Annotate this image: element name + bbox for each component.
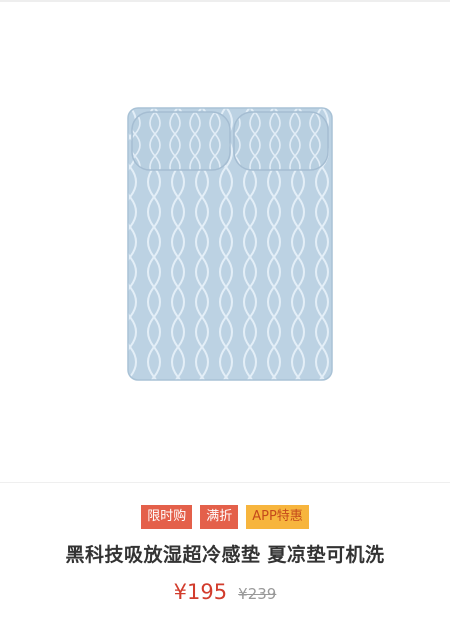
original-price: ¥239	[238, 585, 277, 603]
promo-tags: 限时购 满折 APP特惠	[0, 505, 450, 529]
divider	[0, 482, 450, 483]
product-image[interactable]	[0, 2, 450, 482]
tag-app-special: APP特惠	[246, 505, 309, 529]
product-title[interactable]: 黑科技吸放湿超冷感垫 夏凉垫可机洗	[0, 540, 450, 567]
mattress-pad-icon	[127, 107, 333, 381]
product-card[interactable]: 限时购 满折 APP特惠 黑科技吸放湿超冷感垫 夏凉垫可机洗 ¥195 ¥239	[0, 0, 450, 620]
tag-limited-time: 限时购	[141, 505, 193, 529]
price-row: ¥195 ¥239	[0, 580, 450, 604]
current-price: ¥195	[173, 580, 228, 604]
tag-discount: 满折	[200, 505, 239, 529]
